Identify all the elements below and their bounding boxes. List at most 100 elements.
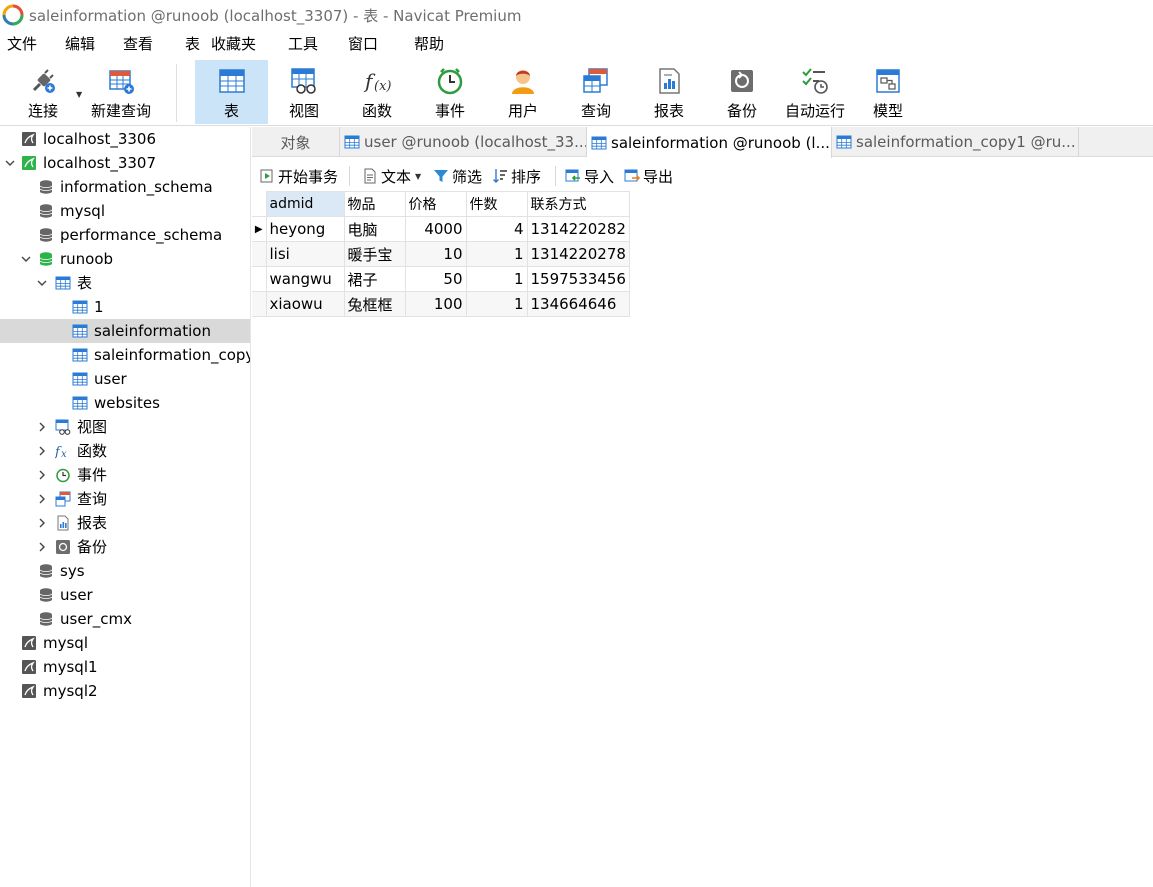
- tree-group-backups[interactable]: 备份: [0, 535, 250, 559]
- column-header-contact[interactable]: 联系方式: [526, 191, 630, 217]
- cell-admid[interactable]: xiaowu: [265, 291, 345, 317]
- sort-button[interactable]: 排序: [492, 166, 541, 186]
- filter-button[interactable]: 筛选: [433, 166, 482, 186]
- backup-button[interactable]: 备份: [707, 60, 777, 124]
- event-button[interactable]: 事件: [415, 60, 485, 124]
- menu-tools[interactable]: 工具: [282, 30, 324, 58]
- report-button[interactable]: 报表: [634, 60, 704, 124]
- tree-table-saleinformation[interactable]: saleinformation: [0, 319, 250, 343]
- report-icon: [654, 66, 684, 96]
- chevron-right-icon[interactable]: [35, 444, 49, 458]
- menu-file[interactable]: 文件: [1, 30, 43, 58]
- query-button[interactable]: 查询: [561, 60, 631, 124]
- view-button[interactable]: 视图: [269, 60, 339, 124]
- table-row[interactable]: ▶ heyong 电脑 4000 4 1314220282: [252, 216, 630, 242]
- tree-database-mysql[interactable]: mysql: [0, 199, 250, 223]
- tree-group-functions[interactable]: fx 函数: [0, 439, 250, 463]
- tab-saleinformation-copy1[interactable]: saleinformation_copy1 @ru...: [832, 127, 1079, 157]
- cell-price[interactable]: 10: [404, 241, 467, 267]
- export-button[interactable]: 导出: [624, 166, 673, 186]
- menu-window[interactable]: 窗口: [342, 30, 384, 58]
- automation-button[interactable]: 自动运行: [780, 60, 850, 124]
- import-button[interactable]: 导入: [565, 166, 614, 186]
- column-header-price[interactable]: 价格: [404, 191, 467, 217]
- tree-connection-mysql2[interactable]: mysql2: [0, 679, 250, 703]
- cell-contact[interactable]: 1314220282: [526, 216, 630, 242]
- cell-quantity[interactable]: 1: [465, 291, 528, 317]
- chevron-right-icon[interactable]: [35, 540, 49, 554]
- table-row[interactable]: wangwu 裙子 50 1 1597533456: [252, 266, 630, 292]
- tree-database-runoob[interactable]: runoob: [0, 247, 250, 271]
- tab-objects[interactable]: 对象: [252, 127, 340, 157]
- tree-database-user[interactable]: user: [0, 583, 250, 607]
- cell-item[interactable]: 电脑: [343, 216, 406, 242]
- cell-admid[interactable]: heyong: [265, 216, 345, 242]
- connect-dropdown-icon[interactable]: ▼: [76, 90, 82, 99]
- chevron-down-icon[interactable]: [35, 276, 49, 290]
- tree-table-saleinformation-copy[interactable]: saleinformation_copy: [0, 343, 250, 367]
- tree-database-information-schema[interactable]: information_schema: [0, 175, 250, 199]
- column-header-item[interactable]: 物品: [343, 191, 406, 217]
- tree-group-tables[interactable]: 表: [0, 271, 250, 295]
- cell-quantity[interactable]: 1: [465, 241, 528, 267]
- tab-user-table[interactable]: user @runoob (localhost_33...: [340, 127, 587, 157]
- tree-group-events[interactable]: 事件: [0, 463, 250, 487]
- column-header-admid[interactable]: admid: [265, 191, 345, 217]
- tree-connection-mysql1[interactable]: mysql1: [0, 655, 250, 679]
- mysql-connection-icon: [21, 659, 37, 675]
- chevron-right-icon[interactable]: [35, 492, 49, 506]
- cell-price[interactable]: 4000: [404, 216, 467, 242]
- chevron-right-icon[interactable]: [35, 516, 49, 530]
- cell-item[interactable]: 暖手宝: [343, 241, 406, 267]
- user-button[interactable]: 用户: [488, 60, 558, 124]
- connect-button[interactable]: 连接: [14, 60, 72, 124]
- cell-quantity[interactable]: 4: [465, 216, 528, 242]
- chevron-right-icon[interactable]: [35, 420, 49, 434]
- chevron-down-icon[interactable]: [19, 252, 33, 266]
- cell-quantity[interactable]: 1: [465, 266, 528, 292]
- tree-connection-localhost-3306[interactable]: localhost_3306: [0, 127, 250, 151]
- chevron-right-icon[interactable]: [35, 468, 49, 482]
- cell-price[interactable]: 100: [404, 291, 467, 317]
- mysql-connection-icon: [21, 635, 37, 651]
- menu-favorites[interactable]: 收藏夹: [205, 30, 262, 58]
- table-icon: [217, 66, 247, 96]
- menu-edit[interactable]: 编辑: [59, 30, 101, 58]
- function-button[interactable]: f (x) 函数: [342, 60, 412, 124]
- chevron-down-icon[interactable]: [3, 156, 17, 170]
- menu-help[interactable]: 帮助: [408, 30, 450, 58]
- cell-contact[interactable]: 1314220278: [526, 241, 630, 267]
- tree-database-performance-schema[interactable]: performance_schema: [0, 223, 250, 247]
- new-query-button[interactable]: 新建查询: [88, 60, 154, 124]
- connection-tree: localhost_3306 localhost_3307 informatio…: [0, 127, 251, 887]
- model-button[interactable]: 模型: [853, 60, 923, 124]
- cell-price[interactable]: 50: [404, 266, 467, 292]
- tree-database-user-cmx[interactable]: user_cmx: [0, 607, 250, 631]
- cell-admid[interactable]: wangwu: [265, 266, 345, 292]
- text-button[interactable]: 文本 ▼: [362, 166, 421, 186]
- cell-contact[interactable]: 134664646: [526, 291, 630, 317]
- tree-group-reports[interactable]: 报表: [0, 511, 250, 535]
- begin-transaction-button[interactable]: 开始事务: [259, 166, 338, 186]
- cell-contact[interactable]: 1597533456: [526, 266, 630, 292]
- tree-connection-localhost-3307[interactable]: localhost_3307: [0, 151, 250, 175]
- cell-admid[interactable]: lisi: [265, 241, 345, 267]
- tree-group-views[interactable]: 视图: [0, 415, 250, 439]
- tab-saleinformation[interactable]: saleinformation @runoob (l...: [587, 127, 832, 158]
- tree-database-sys[interactable]: sys: [0, 559, 250, 583]
- table-button[interactable]: 表: [195, 60, 268, 124]
- tree-connection-mysql[interactable]: mysql: [0, 631, 250, 655]
- tree-table-1[interactable]: 1: [0, 295, 250, 319]
- table-row[interactable]: xiaowu 兔框框 100 1 134664646: [252, 291, 630, 317]
- menu-table[interactable]: 表: [179, 30, 206, 58]
- tree-label: mysql1: [43, 658, 98, 676]
- tree-label: user_cmx: [60, 610, 132, 628]
- cell-item[interactable]: 裙子: [343, 266, 406, 292]
- menu-view[interactable]: 查看: [117, 30, 159, 58]
- column-header-quantity[interactable]: 件数: [465, 191, 528, 217]
- table-row[interactable]: lisi 暖手宝 10 1 1314220278: [252, 241, 630, 267]
- tree-table-websites[interactable]: websites: [0, 391, 250, 415]
- tree-table-user[interactable]: user: [0, 367, 250, 391]
- tree-group-queries[interactable]: 查询: [0, 487, 250, 511]
- cell-item[interactable]: 兔框框: [343, 291, 406, 317]
